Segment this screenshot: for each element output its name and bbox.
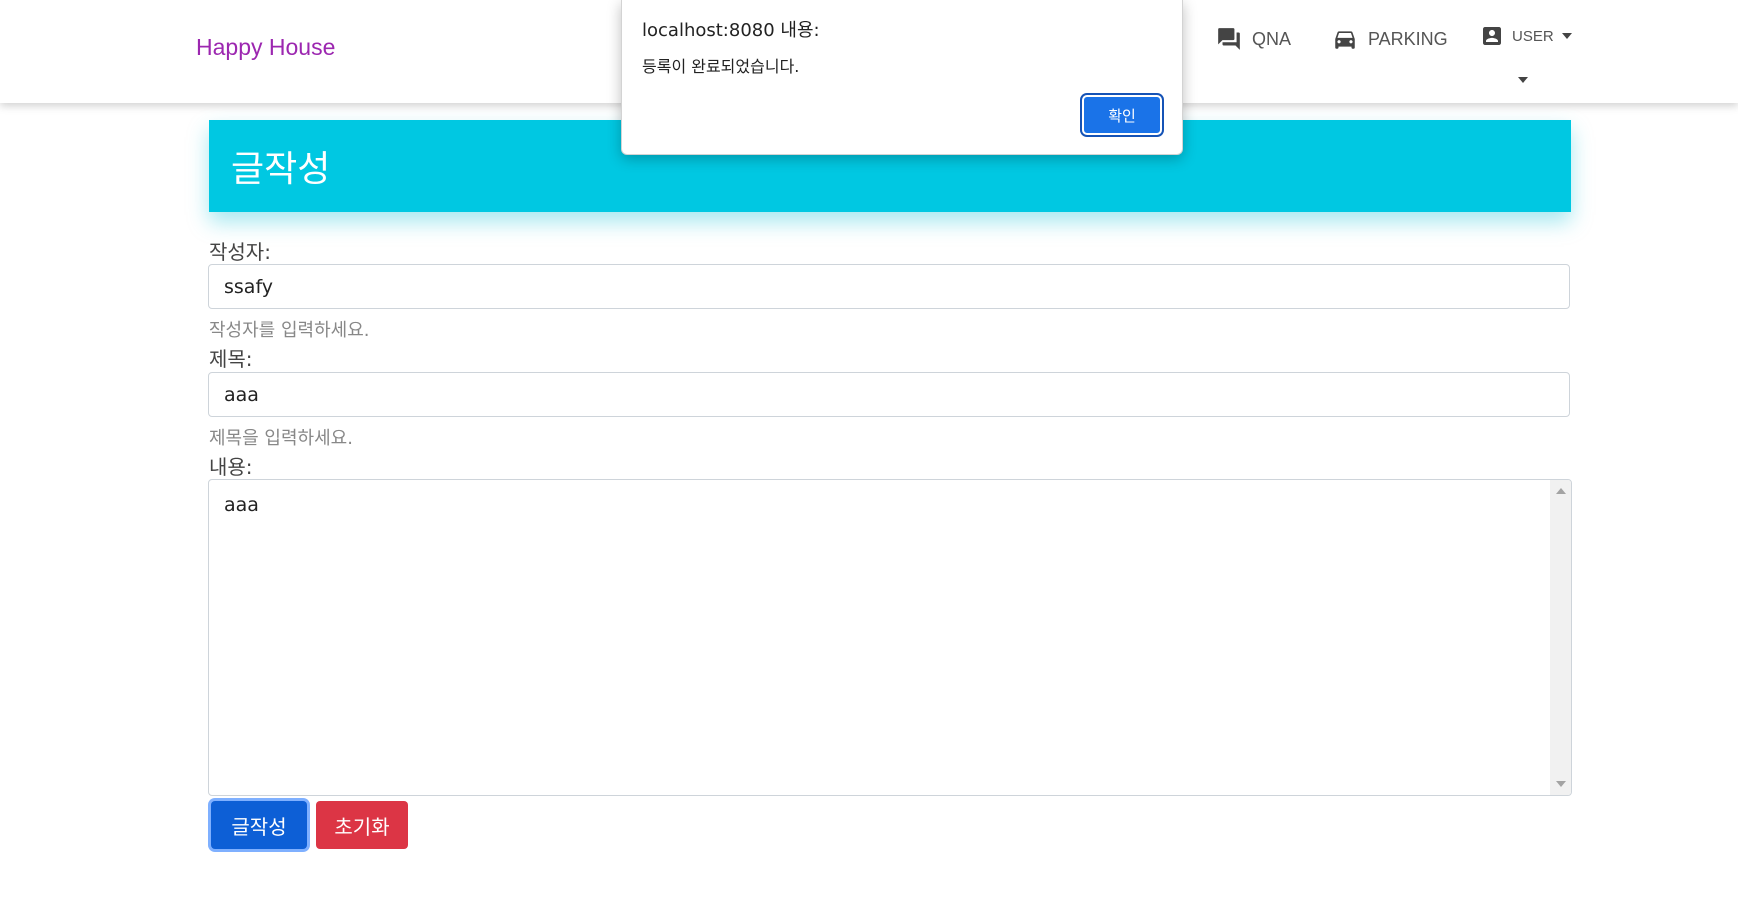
content-label: 내용:: [209, 455, 253, 479]
page-title: 글작성: [231, 149, 331, 190]
dialog-title: localhost:8080 내용:: [642, 20, 820, 41]
dialog-ok-button[interactable]: 확인: [1082, 95, 1162, 135]
account-box-icon: [1483, 27, 1501, 45]
caret-down-icon: [1561, 33, 1572, 39]
nav-item-label: USER: [1512, 27, 1554, 45]
brand-link[interactable]: Happy House: [196, 34, 335, 61]
writer-input[interactable]: [208, 264, 1570, 309]
nav-item-user-dropdown[interactable]: USER: [1480, 24, 1572, 48]
reset-button[interactable]: 초기화: [316, 801, 408, 849]
submit-button[interactable]: 글작성: [211, 801, 307, 849]
writer-label: 작성자:: [209, 240, 271, 264]
scroll-up-icon[interactable]: [1556, 488, 1566, 494]
content-textarea-wrapper: aaa: [208, 479, 1572, 796]
nav-item-parking[interactable]: PARKING: [1332, 26, 1448, 52]
content-textarea[interactable]: aaa: [209, 480, 1551, 795]
alert-dialog: localhost:8080 내용: 등록이 완료되었습니다. 확인: [621, 0, 1183, 155]
caret-down-icon[interactable]: [1518, 77, 1528, 83]
nav-item-label: QNA: [1252, 28, 1292, 49]
title-label: 제목:: [209, 347, 253, 371]
car-icon: [1335, 31, 1355, 49]
forum-icon: [1218, 28, 1240, 50]
scroll-down-icon[interactable]: [1556, 781, 1566, 787]
nav-item-label: PARKING: [1368, 28, 1448, 49]
writer-help-text: 작성자를 입력하세요.: [209, 320, 370, 341]
dialog-message: 등록이 완료되었습니다.: [642, 57, 800, 76]
title-input[interactable]: [208, 372, 1570, 417]
textarea-scrollbar[interactable]: [1550, 480, 1571, 795]
nav-item-qna[interactable]: QNA: [1216, 26, 1291, 52]
title-help-text: 제목을 입력하세요.: [209, 428, 353, 449]
